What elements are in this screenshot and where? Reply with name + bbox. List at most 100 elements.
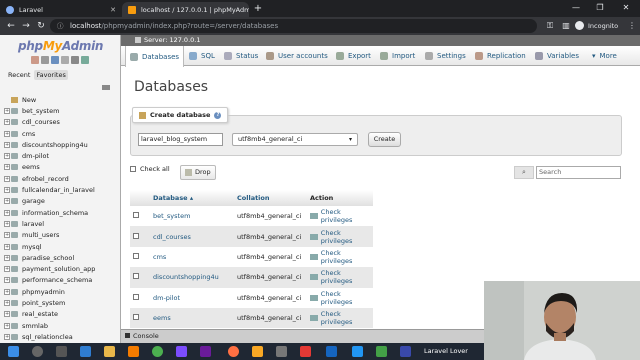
search-icon[interactable] bbox=[32, 346, 43, 357]
expand-icon[interactable]: + bbox=[4, 232, 10, 239]
tree-item-database[interactable]: + point_system bbox=[4, 297, 95, 308]
collation-select[interactable]: utf8mb4_general_ci ▾ bbox=[232, 133, 358, 146]
app-icon[interactable] bbox=[400, 346, 411, 357]
row-checkbox[interactable] bbox=[133, 232, 139, 239]
tree-item-database[interactable]: + discountshopping4u bbox=[4, 139, 95, 150]
home-icon[interactable] bbox=[31, 56, 39, 64]
help-icon[interactable]: ? bbox=[214, 111, 222, 119]
docs-icon[interactable] bbox=[61, 56, 69, 64]
database-name-input[interactable]: laravel_blog_system bbox=[138, 133, 223, 146]
windows-start-icon[interactable] bbox=[8, 346, 19, 357]
new-tab-button[interactable]: + bbox=[251, 2, 265, 15]
check-privileges-link[interactable]: Check privileges bbox=[310, 227, 373, 247]
tree-item-database[interactable]: + cdl_courses bbox=[4, 117, 95, 128]
row-checkbox[interactable] bbox=[133, 212, 139, 219]
expand-icon[interactable]: + bbox=[4, 266, 10, 273]
recent-tab[interactable]: Recent bbox=[6, 70, 32, 80]
tab-databases[interactable]: Databases bbox=[125, 46, 185, 67]
chrome-icon[interactable] bbox=[152, 346, 163, 357]
expand-icon[interactable]: + bbox=[4, 187, 10, 194]
key-icon[interactable]: ⚿ bbox=[544, 20, 556, 32]
server-label[interactable]: Server: 127.0.0.1 bbox=[144, 36, 200, 44]
tree-item-database[interactable]: + smmlab bbox=[4, 320, 95, 331]
expand-icon[interactable]: + bbox=[4, 209, 10, 216]
tree-item-database[interactable]: + mysql bbox=[4, 241, 95, 252]
reload-button[interactable]: ↻ bbox=[35, 20, 47, 32]
expand-icon[interactable]: + bbox=[4, 198, 10, 205]
check-privileges-link[interactable]: Check privileges bbox=[310, 288, 373, 308]
address-bar[interactable]: ⓘ localhost/phpmyadmin/index.php?route=/… bbox=[50, 19, 537, 33]
tree-item-database[interactable]: + cms bbox=[4, 128, 95, 139]
database-name-link[interactable]: eems bbox=[150, 307, 234, 329]
help-icon[interactable] bbox=[51, 56, 59, 64]
row-checkbox[interactable] bbox=[133, 273, 139, 280]
tree-item-database[interactable]: + bet_system bbox=[4, 105, 95, 116]
tab-import[interactable]: Import bbox=[376, 46, 419, 66]
forward-button[interactable]: → bbox=[20, 20, 32, 32]
taskbar-window-label[interactable]: Laravel Lover bbox=[424, 347, 468, 355]
expand-icon[interactable]: + bbox=[4, 141, 10, 148]
database-name-link[interactable]: bet_system bbox=[150, 206, 234, 227]
check-privileges-link[interactable]: Check privileges bbox=[310, 267, 373, 287]
app-icon[interactable] bbox=[376, 346, 387, 357]
check-privileges-link[interactable]: Check privileges bbox=[310, 308, 373, 328]
expand-icon[interactable]: + bbox=[4, 254, 10, 261]
expand-icon[interactable]: + bbox=[4, 119, 10, 126]
expand-icon[interactable]: + bbox=[4, 153, 10, 160]
expand-icon[interactable]: + bbox=[4, 175, 10, 182]
drop-button[interactable]: Drop bbox=[180, 165, 216, 180]
tab-more[interactable]: ▾ More bbox=[588, 46, 621, 66]
app-icon[interactable] bbox=[276, 346, 287, 357]
tab-status[interactable]: Status bbox=[220, 46, 262, 66]
vlc-icon[interactable] bbox=[252, 346, 263, 357]
tree-item-database[interactable]: + payment_solution_app bbox=[4, 263, 95, 274]
tab-export[interactable]: Export bbox=[332, 46, 375, 66]
logout-icon[interactable] bbox=[41, 56, 49, 64]
check-privileges-link[interactable]: Check privileges bbox=[310, 206, 373, 226]
tree-item-database[interactable]: + paradise_school bbox=[4, 252, 95, 263]
filezilla-icon[interactable] bbox=[300, 346, 311, 357]
firefox-icon[interactable] bbox=[228, 346, 239, 357]
tree-item-database[interactable]: + multi_users bbox=[4, 230, 95, 241]
phpmyadmin-logo[interactable]: phpMyAdmin bbox=[18, 39, 103, 53]
check-all[interactable]: Check all bbox=[130, 165, 170, 173]
app-icon[interactable] bbox=[200, 346, 211, 357]
edge-icon[interactable] bbox=[80, 346, 91, 357]
gear-icon[interactable] bbox=[71, 56, 79, 64]
sidepanel-icon[interactable]: ▥ bbox=[560, 20, 572, 32]
tree-item-database[interactable]: + dm-pilot bbox=[4, 150, 95, 161]
tab-settings[interactable]: Settings bbox=[421, 46, 470, 66]
database-name-link[interactable]: discountshopping4u bbox=[150, 267, 234, 288]
header-database[interactable]: Database ▴ bbox=[150, 190, 234, 206]
menu-icon[interactable]: ⋮ bbox=[626, 20, 638, 32]
database-name-link[interactable]: cdl_courses bbox=[150, 226, 234, 247]
tree-item-database[interactable]: + fullcalendar_in_laravel bbox=[4, 184, 95, 195]
file-explorer-icon[interactable] bbox=[104, 346, 115, 357]
tab-replication[interactable]: Replication bbox=[471, 46, 530, 66]
xampp-icon[interactable] bbox=[128, 346, 139, 357]
favorites-tab[interactable]: Favorites bbox=[34, 70, 68, 80]
expand-icon[interactable]: + bbox=[4, 333, 10, 340]
tab-sql[interactable]: SQL bbox=[185, 46, 219, 66]
tab-variables[interactable]: Variables bbox=[531, 46, 583, 66]
search-input[interactable]: Search bbox=[536, 166, 621, 179]
incognito-indicator[interactable]: Incognito bbox=[575, 21, 618, 30]
browser-tab-phpmyadmin[interactable]: localhost / 127.0.0.1 | phpMyAdmi ✕ bbox=[122, 2, 249, 17]
tree-item-database[interactable]: + information_schema bbox=[4, 207, 95, 218]
tree-item-new[interactable]: New bbox=[4, 94, 95, 105]
expand-icon[interactable]: + bbox=[4, 243, 10, 250]
maximize-button[interactable]: ❐ bbox=[590, 2, 610, 14]
expand-icon[interactable]: + bbox=[4, 288, 10, 295]
database-name-link[interactable]: dm-pilot bbox=[150, 287, 234, 308]
expand-icon[interactable]: + bbox=[4, 164, 10, 171]
expand-icon[interactable]: + bbox=[4, 322, 10, 329]
tree-item-database[interactable]: + sql_relationclea bbox=[4, 331, 95, 342]
expand-icon[interactable]: + bbox=[4, 220, 10, 227]
check-all-checkbox[interactable] bbox=[130, 166, 136, 172]
reload-icon[interactable] bbox=[81, 56, 89, 64]
expand-icon[interactable]: + bbox=[4, 107, 10, 114]
minimize-button[interactable]: — bbox=[566, 2, 586, 14]
task-view-icon[interactable] bbox=[56, 346, 67, 357]
tree-item-database[interactable]: + performance_schema bbox=[4, 275, 95, 286]
tree-item-database[interactable]: + garage bbox=[4, 196, 95, 207]
